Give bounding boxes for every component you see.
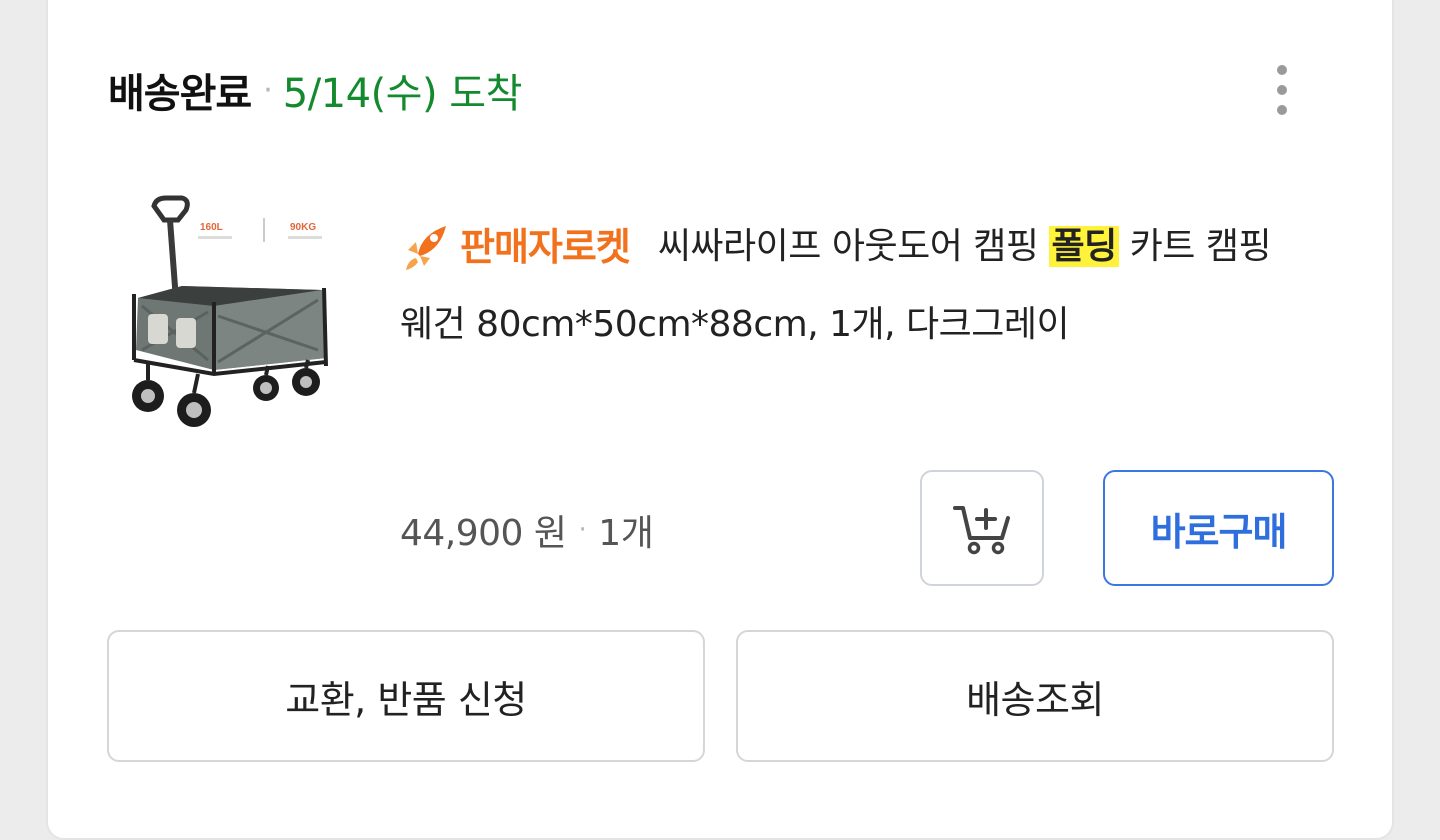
search-keyword-highlight: 폴딩: [1049, 226, 1119, 267]
exchange-return-button[interactable]: 교환, 반품 신청: [107, 630, 705, 762]
folding-wagon-cart-image: 160L 90KG: [118, 190, 346, 440]
delivery-status-label: 배송완료: [108, 71, 252, 117]
product-price: 44,900 원: [400, 513, 567, 554]
more-vertical-icon: [1277, 65, 1287, 75]
order-status-row: 배송완료 · 5/14(수) 도착: [108, 58, 522, 122]
add-to-cart-button[interactable]: [920, 470, 1044, 586]
svg-text:90KG: 90KG: [290, 222, 316, 233]
status-separator: ·: [263, 72, 273, 108]
seller-rocket-badge: 판매자로켓: [400, 208, 631, 286]
svg-text:160L: 160L: [200, 222, 223, 233]
arrival-date: 5/14(수) 도착: [282, 71, 523, 117]
product-title[interactable]: 판매자로켓 씨싸라이프 아웃도어 캠핑 폴딩 카트 캠핑 웨건 80cm*50c…: [400, 208, 1312, 364]
track-delivery-button[interactable]: 배송조회: [736, 630, 1334, 762]
seller-rocket-label: 판매자로켓: [460, 225, 631, 269]
buy-now-button[interactable]: 바로구매: [1103, 470, 1334, 586]
product-quantity: 1개: [598, 513, 654, 554]
rocket-icon: [406, 226, 446, 270]
product-image[interactable]: 160L 90KG: [118, 190, 346, 440]
price-row: 44,900 원 · 1개: [400, 498, 654, 562]
product-title-text: 씨싸라이프 아웃도어 캠핑: [657, 226, 1050, 267]
price-separator: ·: [578, 515, 587, 545]
add-to-cart-icon: [953, 506, 1010, 555]
more-options-button[interactable]: [1256, 56, 1308, 124]
